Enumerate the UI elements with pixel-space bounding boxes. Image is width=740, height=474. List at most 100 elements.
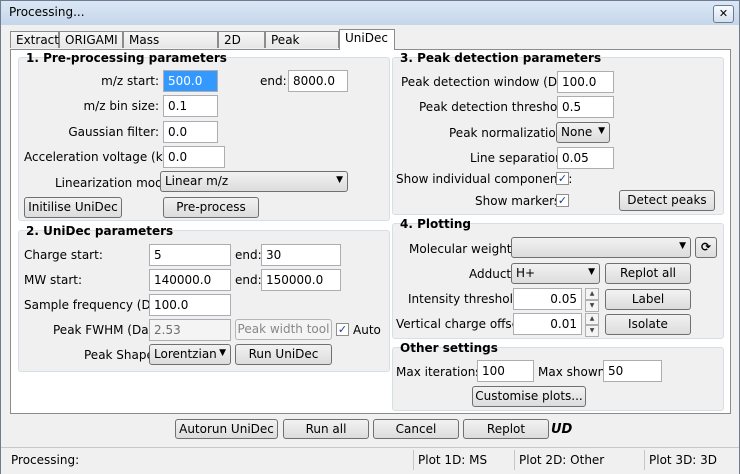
intensity-threshold-input[interactable]: 0.05 (513, 288, 582, 310)
accel-voltage-label: Acceleration voltage (kV): (24, 150, 180, 164)
status-bar: Processing: Plot 1D: MS Plot 2D: Other P… (1, 447, 739, 474)
charge-end-input[interactable]: 30 (261, 244, 341, 266)
linearization-select[interactable]: Linear m/z ▼ (160, 171, 348, 192)
show-components-checkbox[interactable]: ✓ (556, 172, 569, 185)
peak-shape-label: Peak Shape: (84, 348, 158, 362)
detect-peaks-button[interactable]: Detect peaks (619, 190, 715, 211)
intensity-threshold-label: Intensity threshold: (408, 292, 525, 306)
vertical-offset-input[interactable]: 0.01 (513, 313, 582, 335)
adduct-select[interactable]: H+ ▼ (511, 263, 600, 284)
peak-window-label: Peak detection window (Da): (401, 75, 574, 89)
peak-fwhm-label: Peak FWHM (Da): (53, 323, 158, 337)
accel-voltage-input[interactable]: 0.0 (163, 146, 225, 168)
adduct-label: Adduct: (469, 267, 516, 281)
chevron-down-icon: ▼ (598, 126, 605, 136)
run-unidec-button[interactable]: Run UniDec (235, 344, 332, 365)
chevron-down-icon: ▼ (219, 348, 226, 358)
status-text: Processing: (11, 453, 80, 467)
peak-detection-title: 3. Peak detection parameters (400, 51, 602, 65)
mz-bin-input[interactable]: 0.1 (163, 95, 218, 117)
spin-up-icon[interactable]: ▲ (585, 313, 599, 325)
mz-start-label: m/z start: (101, 74, 159, 88)
molecular-weights-label: Molecular weights: (409, 242, 522, 256)
charge-end-label: end: (235, 248, 262, 262)
mw-start-input[interactable]: 140000.0 (149, 269, 231, 291)
tab-extract[interactable]: Extract (10, 31, 59, 48)
gaussian-filter-label: Gaussian filter: (68, 125, 159, 139)
run-all-button[interactable]: Run all (283, 419, 369, 439)
mz-end-input[interactable]: 8000.0 (288, 70, 348, 92)
show-markers-checkbox[interactable]: ✓ (556, 194, 569, 207)
tab-unidec[interactable]: UniDec (339, 29, 395, 50)
window-title: Processing... (9, 5, 85, 19)
peak-shape-select[interactable]: Lorentzian ▼ (149, 344, 231, 365)
spin-down-icon[interactable]: ▼ (585, 300, 599, 312)
chevron-down-icon: ▼ (336, 175, 343, 185)
unidec-params-title: 2. UniDec parameters (26, 224, 174, 238)
isolate-button[interactable]: Isolate (605, 314, 691, 335)
peak-shape-value: Lorentzian (154, 347, 217, 361)
replot-all-button[interactable]: Replot all (605, 263, 691, 284)
show-markers-label: Show markers: (475, 194, 565, 208)
peak-window-input[interactable]: 100.0 (557, 71, 614, 93)
sample-frequency-input[interactable]: 100.0 (149, 294, 231, 316)
preprocess-button[interactable]: Pre-process (163, 197, 259, 218)
tab-mass-spectrum[interactable]: Mass spectrum (123, 31, 218, 64)
mw-end-label: end: (235, 273, 262, 287)
max-iterations-input[interactable]: 100 (477, 360, 534, 382)
tab-2d[interactable]: 2D (218, 31, 265, 48)
spin-down-icon[interactable]: ▼ (585, 325, 599, 337)
chevron-down-icon: ▼ (588, 267, 595, 277)
linearization-label: Linearization mode: (55, 176, 175, 190)
customise-plots-button[interactable]: Customise plots... (472, 386, 586, 407)
tab-peak-fitting[interactable]: Peak fitting (265, 31, 339, 64)
peak-fwhm-input[interactable]: 2.53 (149, 319, 231, 341)
chevron-down-icon: ▼ (679, 241, 686, 251)
intensity-spinner[interactable]: ▲ ▼ (585, 288, 599, 312)
spin-up-icon[interactable]: ▲ (585, 288, 599, 300)
sample-frequency-label: Sample frequency (Da): (24, 298, 167, 312)
preprocessing-title: 1. Pre-processing parameters (26, 51, 227, 65)
cancel-button[interactable]: Cancel (373, 419, 459, 439)
adduct-value: H+ (516, 266, 536, 280)
label-button[interactable]: Label (605, 289, 691, 310)
gaussian-filter-input[interactable]: 0.0 (163, 121, 218, 143)
peak-width-tool-button[interactable]: Peak width tool (235, 319, 332, 340)
mw-end-input[interactable]: 150000.0 (261, 269, 341, 291)
mz-bin-label: m/z bin size: (83, 99, 159, 113)
line-separation-input[interactable]: 0.05 (557, 147, 614, 169)
line-separation-label: Line separation: (470, 151, 567, 165)
linearization-value: Linear m/z (165, 174, 229, 188)
peak-normalization-label: Peak normalization: (449, 126, 568, 140)
peak-normalization-select[interactable]: None ▼ (556, 122, 610, 143)
replot-button[interactable]: Replot (463, 419, 549, 439)
tab-origami[interactable]: ORIGAMI (59, 31, 123, 48)
show-components-label: Show individual components: (396, 172, 573, 186)
plotting-title: 4. Plotting (400, 217, 471, 231)
initialise-unidec-button[interactable]: Initilise UniDec (24, 197, 122, 218)
charge-start-input[interactable]: 5 (149, 244, 231, 266)
status-plot1d: Plot 1D: MS (413, 450, 487, 470)
max-shown-input[interactable]: 50 (603, 360, 662, 382)
peak-threshold-input[interactable]: 0.5 (557, 96, 614, 118)
autorun-unidec-button[interactable]: Autorun UniDec (175, 419, 278, 439)
mz-end-label: end: (260, 74, 287, 88)
auto-label: Auto (353, 323, 381, 337)
mw-start-label: MW start: (24, 273, 83, 287)
peak-normalization-value: None (561, 125, 593, 139)
status-plot2d: Plot 2D: Other (514, 450, 604, 470)
charge-start-label: Charge start: (24, 248, 103, 262)
vertical-offset-label: Vertical charge offset: (396, 317, 528, 331)
offset-spinner[interactable]: ▲ ▼ (585, 313, 599, 337)
mz-start-input[interactable]: 500.0 (163, 70, 218, 92)
peak-threshold-label: Peak detection threshold: (419, 100, 573, 114)
title-bar: Processing... ✕ (1, 1, 739, 25)
refresh-icon[interactable]: ⟳ (695, 237, 717, 258)
close-icon[interactable]: ✕ (713, 5, 734, 23)
status-plot3d: Plot 3D: 3D (644, 450, 717, 470)
max-iterations-label: Max iterations: (396, 365, 486, 379)
auto-checkbox[interactable]: ✓ (336, 323, 349, 336)
unidec-logo-icon: UD (551, 422, 573, 437)
molecular-weights-select[interactable]: ▼ (511, 237, 691, 258)
dialog-window: Processing... ✕ Extract ORIGAMI Mass spe… (0, 0, 740, 474)
